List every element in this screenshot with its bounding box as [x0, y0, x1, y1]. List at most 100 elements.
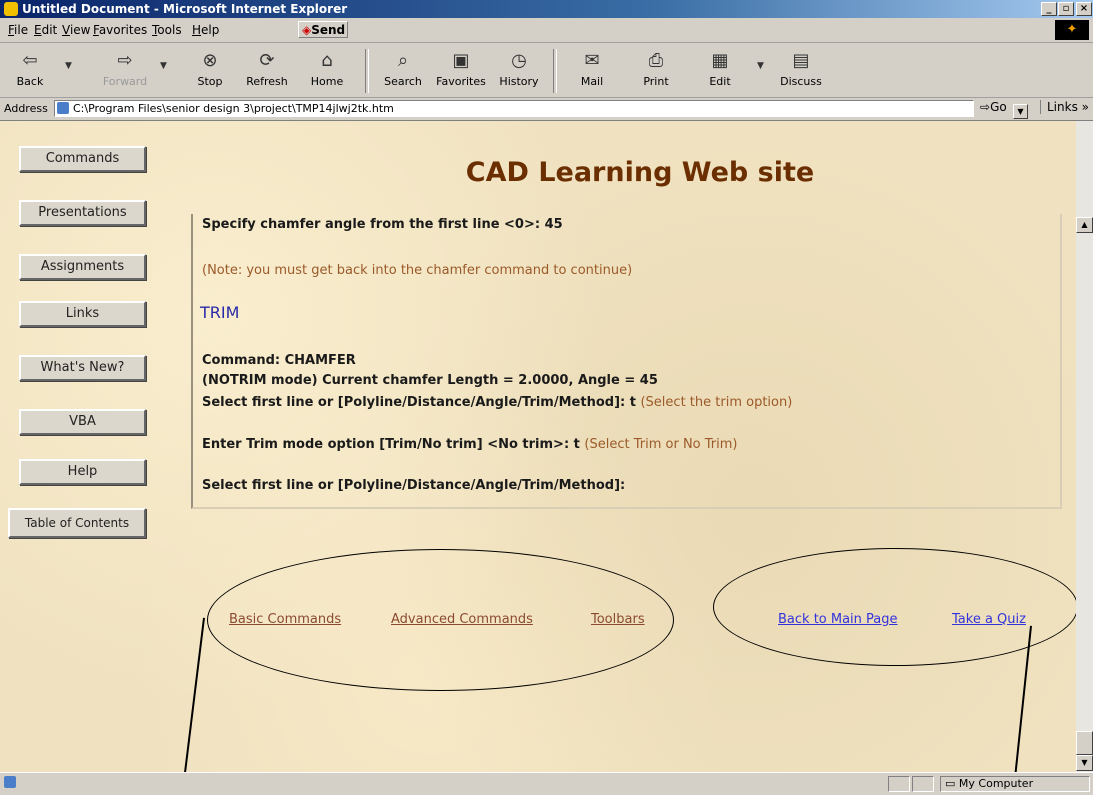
nav-help-button[interactable]: Help — [19, 459, 146, 485]
minimize-button[interactable]: _ — [1041, 2, 1057, 16]
edit-button[interactable]: ▦ Edit — [690, 47, 750, 88]
menu-help[interactable]: Help — [192, 23, 219, 37]
annotation-pointer-left — [181, 617, 205, 794]
toolbar-separator — [553, 49, 557, 93]
search-button[interactable]: ⌕ Search — [373, 47, 433, 88]
mail-icon: ✉ — [584, 50, 600, 71]
trim-mode-line: Enter Trim mode option [Trim/No trim] <N… — [202, 437, 737, 452]
discuss-icon: ▤ — [792, 50, 810, 71]
status-bar: ▭ My Computer — [0, 772, 1093, 795]
print-button[interactable]: ⎙ Print — [626, 47, 686, 88]
zone-label: My Computer — [958, 777, 1034, 790]
favorites-label: Favorites — [436, 75, 486, 88]
address-bar: Address C:\Program Files\senior design 3… — [0, 98, 1093, 121]
nav-commands-button[interactable]: Commands — [19, 146, 146, 172]
edit-word-icon: ▦ — [711, 50, 729, 71]
toolbars-link[interactable]: Toolbars — [591, 612, 645, 627]
title-bar: Untitled Document - Microsoft Internet E… — [0, 0, 1093, 18]
vertical-scrollbar[interactable]: ▲ ▼ — [1076, 121, 1093, 772]
note-line: (Note: you must get back into the chamfe… — [202, 263, 633, 278]
back-to-main-link[interactable]: Back to Main Page — [778, 612, 898, 627]
nav-assignments-button[interactable]: Assignments — [19, 254, 146, 280]
print-label: Print — [643, 75, 669, 88]
history-button[interactable]: ◷ History — [489, 47, 549, 88]
mail-button[interactable]: ✉ Mail — [562, 47, 622, 88]
page-title: CAD Learning Web site — [465, 157, 815, 188]
home-icon: ⌂ — [321, 50, 333, 71]
select-line-text: Select first line or [Polyline/Distance/… — [202, 395, 636, 410]
address-label: Address — [4, 102, 48, 115]
nav-vba-button[interactable]: VBA — [19, 409, 146, 435]
address-value: C:\Program Files\senior design 3\project… — [73, 102, 394, 115]
favorites-icon: ▣ — [452, 50, 470, 71]
stop-label: Stop — [197, 75, 223, 88]
forward-arrow-icon: ⇨ — [117, 50, 133, 71]
search-icon: ⌕ — [397, 50, 409, 71]
annotation-ellipse-right — [713, 548, 1078, 666]
chamfer-angle-line: Specify chamfer angle from the first lin… — [202, 217, 563, 232]
menu-edit[interactable]: Edit — [34, 23, 57, 37]
close-button[interactable]: × — [1076, 2, 1092, 16]
forward-dropdown-icon[interactable]: ▼ — [160, 61, 167, 71]
favorites-button[interactable]: ▣ Favorites — [431, 47, 491, 88]
status-page-icon — [4, 776, 16, 788]
send-button[interactable]: ◈Send — [298, 21, 348, 38]
refresh-icon: ⟳ — [259, 50, 275, 71]
basic-commands-link[interactable]: Basic Commands — [229, 612, 341, 627]
trim-mode-text: Enter Trim mode option [Trim/No trim] <N… — [202, 437, 580, 452]
history-label: History — [499, 75, 539, 88]
computer-icon: ▭ — [945, 777, 956, 790]
maximize-button[interactable]: ▫ — [1058, 2, 1074, 16]
trim-mode-note: (Select Trim or No Trim) — [584, 437, 738, 452]
nav-presentations-button[interactable]: Presentations — [19, 200, 146, 226]
nav-links-button[interactable]: Links — [19, 301, 146, 327]
home-label: Home — [310, 75, 344, 88]
scroll-down-icon[interactable]: ▼ — [1076, 755, 1093, 771]
nav-whats-new-button[interactable]: What's New? — [19, 355, 146, 381]
forward-label: Forward — [102, 75, 148, 88]
notrim-mode-line: (NOTRIM mode) Current chamfer Length = 2… — [202, 373, 658, 388]
take-a-quiz-link[interactable]: Take a Quiz — [952, 612, 1026, 627]
go-label: Go — [990, 100, 1007, 114]
back-button[interactable]: ⇦ Back — [0, 47, 60, 88]
command-line: Command: CHAMFER — [202, 353, 356, 368]
home-button[interactable]: ⌂ Home — [297, 47, 357, 88]
back-dropdown-icon[interactable]: ▼ — [65, 61, 72, 71]
menu-bar: File Edit View Favorites Tools Help ◈Sen… — [0, 18, 1093, 43]
links-button[interactable]: Links » — [1040, 100, 1089, 114]
scroll-thumb[interactable] — [1076, 731, 1093, 755]
menu-favorites[interactable]: Favorites — [93, 23, 147, 37]
menu-tools[interactable]: Tools — [152, 23, 182, 37]
edit-label: Edit — [709, 75, 731, 88]
back-arrow-icon: ⇦ — [22, 50, 38, 71]
address-dropdown-icon[interactable]: ▼ — [1013, 104, 1028, 119]
select-line-trim: Select first line or [Polyline/Distance/… — [202, 395, 792, 410]
advanced-commands-link[interactable]: Advanced Commands — [391, 612, 533, 627]
select-line-final: Select first line or [Polyline/Distance/… — [202, 478, 626, 493]
page-content: Commands Presentations Assignments Links… — [0, 121, 1078, 795]
menu-view[interactable]: View — [62, 23, 90, 37]
select-line-note: (Select the trim option) — [640, 395, 793, 410]
status-panel — [912, 776, 934, 792]
toolbar-separator — [365, 49, 369, 93]
nav-toc-button[interactable]: Table of Contents — [8, 508, 146, 538]
windows-logo-icon: ✦ — [1055, 20, 1089, 40]
discuss-button[interactable]: ▤ Discuss — [771, 47, 831, 88]
ie-icon — [4, 2, 18, 16]
toolbar: ⇦ Back ▼ ⇨ Forward ▼ ⊗ Stop ⟳ Refresh ⌂ Home … — [0, 43, 1093, 98]
stop-button[interactable]: ⊗ Stop — [180, 47, 240, 88]
scroll-up-icon[interactable]: ▲ — [1076, 217, 1093, 233]
edit-dropdown-icon[interactable]: ▼ — [757, 61, 764, 71]
refresh-button[interactable]: ⟳ Refresh — [237, 47, 297, 88]
stop-icon: ⊗ — [202, 50, 218, 71]
menu-file[interactable]: File — [8, 23, 28, 37]
send-icon: ◈ — [302, 23, 312, 37]
history-icon: ◷ — [511, 50, 527, 71]
go-button[interactable]: ⇨Go — [980, 100, 1007, 114]
print-icon: ⎙ — [648, 50, 664, 71]
page-icon — [57, 102, 69, 114]
address-input[interactable]: C:\Program Files\senior design 3\project… — [54, 100, 1028, 119]
forward-button[interactable]: ⇨ Forward — [95, 47, 155, 88]
zone-panel: ▭ My Computer — [940, 776, 1090, 792]
back-label: Back — [16, 75, 44, 88]
